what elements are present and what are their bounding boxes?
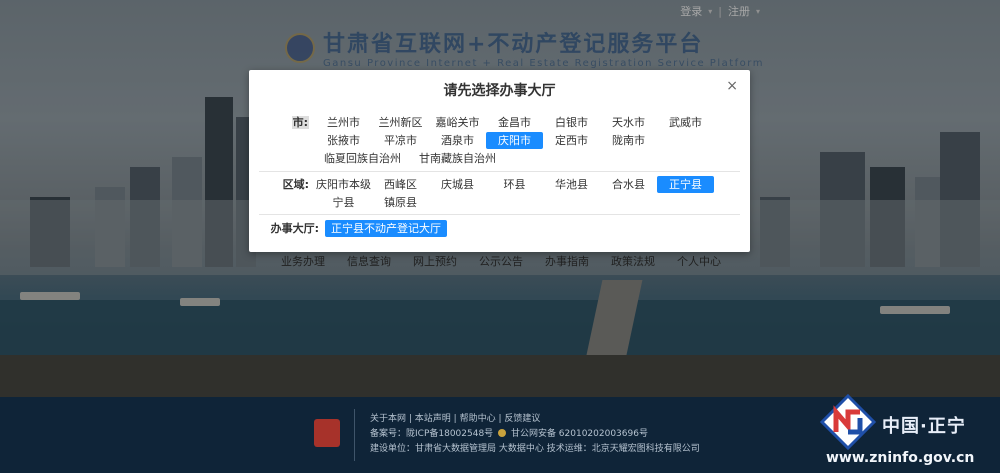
city-row: 市: 兰州市 兰州新区 嘉峪关市 金昌市 白银市 天水市 武威市张掖市 平凉市 酒泉市 庆阳市 定西… [263, 114, 737, 167]
divider [259, 171, 740, 172]
district-option[interactable]: 镇原县 [372, 194, 429, 211]
footer-divider [354, 409, 355, 461]
footer-link[interactable]: 反馈建议 [504, 414, 540, 424]
close-icon[interactable]: × [726, 78, 738, 94]
org-info: 建设单位：甘肃省大数据管理局 大数据中心 技术运维：北京天耀宏图科技有限公司 [370, 444, 700, 454]
icp-record: 备案号：陇ICP备18002548号 [370, 429, 494, 439]
district-list: 庆阳市本级 西峰区 庆城县 环县 华池县 合水县 正宁县宁县 镇原县 [315, 176, 737, 211]
district-option[interactable]: 庆城县 [429, 176, 486, 193]
police-badge-icon [498, 429, 507, 437]
watermark-url: www.zninfo.gov.cn [826, 450, 975, 466]
district-label: 区域: [282, 178, 309, 191]
office-label: 办事大厅: [270, 222, 319, 235]
district-option[interactable]: 合水县 [600, 176, 657, 193]
district-option[interactable]: 庆阳市本级 [315, 176, 372, 193]
city-option[interactable]: 金昌市 [486, 114, 543, 131]
district-option[interactable]: 西峰区 [372, 176, 429, 193]
city-option[interactable]: 陇南市 [600, 132, 657, 149]
footer-logo-icon [314, 419, 340, 447]
city-option[interactable]: 临夏回族自治州 [315, 150, 410, 167]
district-option[interactable]: 宁县 [315, 194, 372, 211]
city-option[interactable]: 兰州新区 [372, 114, 429, 131]
police-record: 甘公网安备 62010202003696号 [510, 429, 648, 439]
district-option[interactable]: 环县 [486, 176, 543, 193]
footer-link[interactable]: 关于本网 [370, 414, 406, 424]
city-option[interactable]: 武威市 [657, 114, 714, 131]
city-option[interactable]: 天水市 [600, 114, 657, 131]
divider [259, 214, 740, 215]
city-label: 市: [291, 116, 309, 129]
watermark-name: 中国·正宁 [882, 416, 966, 437]
city-option[interactable]: 定西市 [543, 132, 600, 149]
office-select-dialog: 请先选择办事大厅 × 市: 兰州市 兰州新区 嘉峪关市 金昌市 白银市 天水市 武威市张掖市… [249, 70, 750, 252]
office-option[interactable]: 正宁县不动产登记大厅 [325, 220, 447, 237]
city-option[interactable]: 酒泉市 [429, 132, 486, 149]
city-option[interactable]: 兰州市 [315, 114, 372, 131]
city-option[interactable]: 白银市 [543, 114, 600, 131]
district-row: 区域: 庆阳市本级 西峰区 庆城县 环县 华池县 合水县 正宁县宁县 镇原县 [263, 176, 737, 211]
city-option[interactable]: 平凉市 [372, 132, 429, 149]
office-row: 办事大厅: 正宁县不动产登记大厅 [263, 220, 737, 237]
district-option[interactable]: 正宁县 [657, 176, 714, 193]
city-list: 兰州市 兰州新区 嘉峪关市 金昌市 白银市 天水市 武威市张掖市 平凉市 酒泉市 庆阳市 定西市 陇南… [315, 114, 737, 167]
district-option[interactable]: 华池县 [543, 176, 600, 193]
city-option[interactable]: 张掖市 [315, 132, 372, 149]
footer-link[interactable]: 帮助中心 [460, 414, 496, 424]
city-option[interactable]: 甘南藏族自治州 [410, 150, 505, 167]
zn-logo-icon [819, 393, 877, 451]
footer-link[interactable]: 本站声明 [415, 414, 451, 424]
watermark: 中国·正宁 www.zninfo.gov.cn [818, 392, 1000, 473]
dialog-title: 请先选择办事大厅 [443, 83, 556, 99]
city-option[interactable]: 庆阳市 [486, 132, 543, 149]
city-option[interactable]: 嘉峪关市 [429, 114, 486, 131]
